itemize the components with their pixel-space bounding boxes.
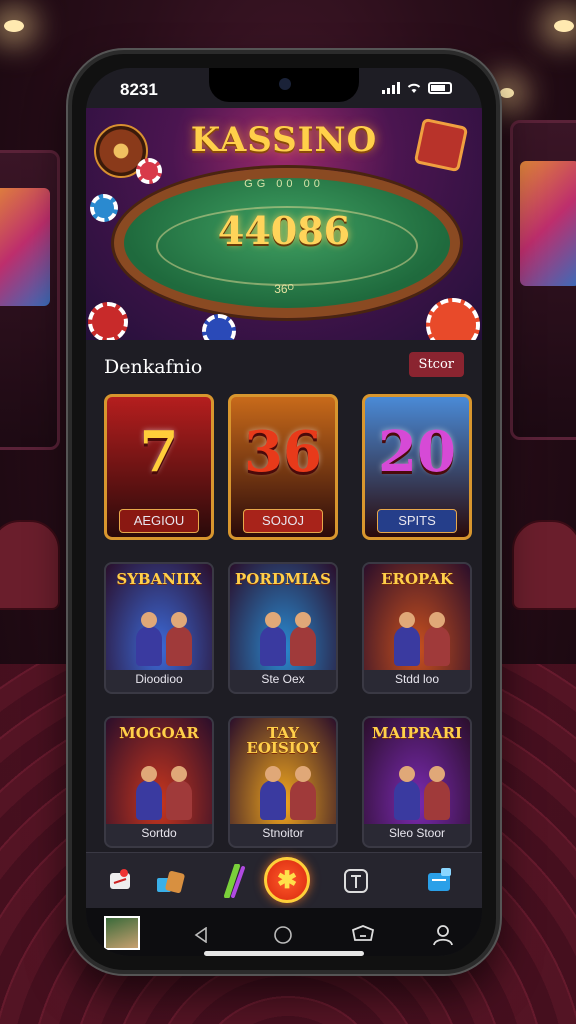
game-card-art: TAY EOISIOY xyxy=(230,718,336,824)
game-card-art: MOGOAR xyxy=(106,718,212,824)
chair xyxy=(0,520,60,610)
wallet-icon[interactable] xyxy=(422,863,458,899)
chip-icon xyxy=(88,302,128,340)
game-card[interactable]: EROPAK Stdd loo xyxy=(362,562,472,694)
ceiling-light xyxy=(500,88,514,98)
profile-icon[interactable] xyxy=(430,922,456,948)
system-nav-bar xyxy=(86,908,482,956)
slot-tile-label: AEGIOU xyxy=(119,509,199,533)
chair xyxy=(512,520,576,610)
hero-banner[interactable]: KASSINO GG 00 00 44086 36ᴼ xyxy=(86,108,482,340)
tournament-icon[interactable] xyxy=(338,863,374,899)
see-all-button[interactable]: Stcor xyxy=(408,352,464,377)
wifi-icon xyxy=(407,83,421,93)
game-card-label: Sortdo xyxy=(141,826,177,840)
hero-title: KASSINO xyxy=(190,120,378,160)
home-circle-icon[interactable] xyxy=(270,922,296,948)
table-label: GG 00 00 xyxy=(244,178,324,190)
game-card-art: SYBANIIX xyxy=(106,564,212,670)
table-sublabel: 36ᴼ xyxy=(274,282,294,296)
game-card-title: PORDMIAS xyxy=(235,570,331,588)
bottom-tab-bar: ✱ xyxy=(86,852,482,908)
game-card-label: Dioodioo xyxy=(135,672,183,686)
phone-screen: 8231 KASSINO GG 00 00 44086 36ᴼ Denkafni… xyxy=(86,68,482,956)
game-card-title: MOGOAR xyxy=(119,724,199,742)
slot-machine-right xyxy=(510,120,576,440)
game-card-label: Sleo Stoor xyxy=(388,826,446,840)
notifications-icon[interactable] xyxy=(350,922,376,948)
gift-box-icon[interactable] xyxy=(152,863,188,899)
back-icon[interactable] xyxy=(188,922,214,948)
character-figure xyxy=(260,766,286,820)
slot-reel-symbol: 20 xyxy=(378,419,456,485)
game-card-title: SYBANIIX xyxy=(116,570,202,588)
character-figure xyxy=(424,612,450,666)
game-card-title: TAY EOISIOY xyxy=(246,724,320,757)
character-figure xyxy=(260,612,286,666)
character-figure xyxy=(394,612,420,666)
game-card-label: Stdd loo xyxy=(394,672,440,686)
game-card[interactable]: TAY EOISIOY Stnoitor xyxy=(228,716,338,848)
slot-reel-symbol: 7 xyxy=(139,419,179,485)
game-card-label: Ste Oex xyxy=(261,672,305,686)
game-card[interactable]: MOGOAR Sortdo xyxy=(104,716,214,848)
camera-notch xyxy=(209,68,359,102)
game-card-title: EROPAK xyxy=(381,570,453,588)
signal-icon xyxy=(382,82,400,94)
character-figure xyxy=(166,612,192,666)
slot-game-tile[interactable]: 36 SOJOJ xyxy=(228,394,338,540)
game-card-art: MAIPRARI xyxy=(364,718,470,824)
slot-tile-label: SPITS xyxy=(377,509,457,533)
character-figure xyxy=(290,766,316,820)
ticket-icon[interactable] xyxy=(102,863,138,899)
section-header: Denkafnio Stcor xyxy=(86,340,482,392)
game-card-art: PORDMIAS xyxy=(230,564,336,670)
game-card-title: MAIPRARI xyxy=(371,724,463,742)
character-figure xyxy=(290,612,316,666)
phone-device: 8231 KASSINO GG 00 00 44086 36ᴼ Denkafni… xyxy=(68,50,500,974)
character-figure xyxy=(424,766,450,820)
chip-icon xyxy=(202,314,236,340)
jackpot-amount: 44086 xyxy=(217,208,351,253)
slot-icon[interactable] xyxy=(216,863,252,899)
character-figure xyxy=(136,766,162,820)
slot-game-tile[interactable]: 20 SPITS xyxy=(362,394,472,540)
game-card[interactable]: SYBANIIX Dioodioo xyxy=(104,562,214,694)
character-figure xyxy=(166,766,192,820)
slot-reel-symbol: 36 xyxy=(244,419,322,485)
game-card-art: EROPAK xyxy=(364,564,470,670)
status-time: 8231 xyxy=(120,80,158,99)
game-card[interactable]: PORDMIAS Ste Oex xyxy=(228,562,338,694)
slot-game-tile[interactable]: 7 AEGIOU xyxy=(104,394,214,540)
battery-icon xyxy=(428,82,452,94)
home-indicator[interactable] xyxy=(204,951,364,956)
chip-icon xyxy=(426,298,480,340)
slot-machine-left xyxy=(0,150,60,450)
ceiling-light xyxy=(4,20,24,32)
home-center-icon[interactable]: ✱ xyxy=(264,857,310,903)
game-card[interactable]: MAIPRARI Sleo Stoor xyxy=(362,716,472,848)
slot-tile-label: SOJOJ xyxy=(243,509,323,533)
avatar-thumbnail[interactable] xyxy=(104,916,140,950)
game-card-label: Stnoitor xyxy=(262,826,304,840)
ceiling-light xyxy=(554,20,574,32)
character-figure xyxy=(394,766,420,820)
section-title: Denkafnio xyxy=(104,356,203,378)
character-figure xyxy=(136,612,162,666)
